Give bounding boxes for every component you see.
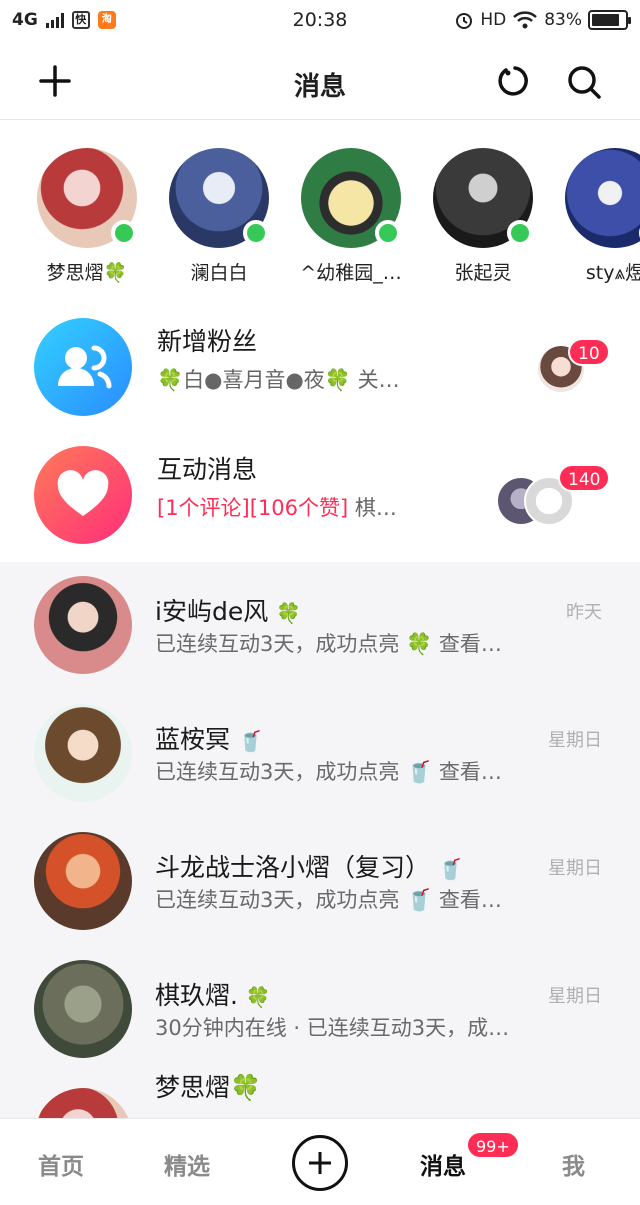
fans-title: 新增粉丝 — [157, 327, 258, 356]
chat-badge-emoji: 🍀 — [276, 601, 302, 625]
chat-time: 星期日 — [548, 730, 602, 751]
chat-name: 棋玖熠. 🍀 — [155, 981, 271, 1010]
interaction-messages-row[interactable]: 互动消息 [1个评论][106个赞] 棋… 140 — [0, 432, 640, 560]
avatar — [34, 576, 132, 674]
chat-item[interactable]: i安屿de风 🍀 已连续互动3天，成功点亮 🍀 查看… 昨天 — [0, 562, 640, 690]
bottom-tab-bar: 首页 精选 消息 99+ 我 — [0, 1118, 640, 1205]
avatar — [565, 148, 640, 248]
chat-item[interactable]: 蓝桉冥 🥤 已连续互动3天，成功点亮 🥤 查看… 星期日 — [0, 690, 640, 818]
interact-count-badge: 140 — [558, 464, 611, 492]
status-right: HD 83% — [454, 10, 631, 30]
chat-time: 星期日 — [548, 858, 602, 879]
avatar — [34, 960, 132, 1058]
online-dot — [111, 220, 137, 246]
online-dot — [507, 220, 533, 246]
chat-item[interactable]: 棋玖熠. 🍀 30分钟内在线 · 已连续互动3天，成… 星期日 — [0, 946, 640, 1074]
story-name: ^幼稚园_… — [300, 262, 402, 284]
fans-count-badge: 10 — [568, 338, 610, 366]
chat-badge-emoji: 🥤 — [237, 729, 263, 753]
chat-name: 梦思熠🍀 — [155, 1073, 262, 1102]
battery-percent: 83% — [544, 10, 582, 30]
create-post-button[interactable] — [292, 1135, 348, 1191]
battery-icon — [588, 10, 631, 30]
alarm-icon — [456, 13, 473, 29]
tab-featured[interactable]: 精选 — [164, 1147, 210, 1181]
chat-message: 已连续互动3天，成功点亮 🍀 查看… — [155, 632, 502, 656]
fans-subtitle: 🍀白●喜月音●夜🍀 关… — [157, 368, 400, 392]
status-bar: 4G 快 淘 20:38 HD 83% — [0, 0, 640, 42]
avatar — [34, 1088, 132, 1118]
tab-me[interactable]: 我 — [562, 1147, 585, 1181]
new-fans-row[interactable]: 新增粉丝 🍀白●喜月音●夜🍀 关… 10 — [0, 304, 640, 432]
online-friends-row: 梦思熠🍀 澜白白 ^幼稚园_… 张起灵 sty⩓煜 — [0, 120, 640, 300]
chat-badge-emoji: 🥤 — [437, 857, 463, 881]
chat-list: i安屿de风 🍀 已连续互动3天，成功点亮 🍀 查看… 昨天 蓝桉冥 🥤 已连续… — [0, 562, 640, 1118]
avatar — [169, 148, 269, 248]
story-name: sty⩓煜 — [585, 262, 640, 284]
top-header: 消息 — [0, 42, 640, 120]
avatar — [37, 148, 137, 248]
avatar — [34, 832, 132, 930]
chat-message: 30分钟内在线 · 已连续互动3天，成… — [155, 1016, 510, 1040]
chat-message: 已连续互动3天，成功点亮 🥤 查看… — [155, 888, 502, 912]
interact-title: 互动消息 — [157, 455, 258, 484]
messages-badge: 99+ — [466, 1131, 520, 1159]
page-title: 消息 — [293, 72, 346, 102]
chat-time: 星期日 — [548, 986, 602, 1007]
interact-rest: 棋… — [348, 496, 397, 520]
story-item[interactable]: 澜白白 — [159, 148, 279, 298]
wifi-icon — [513, 11, 538, 29]
chat-item[interactable]: 斗龙战士洛小熠（复习） 🥤 已连续互动3天，成功点亮 🥤 查看… 星期日 — [0, 818, 640, 946]
hd-label: HD — [480, 10, 507, 30]
story-item[interactable]: 梦思熠🍀 — [27, 148, 147, 298]
avatar — [433, 148, 533, 248]
chat-time: 昨天 — [566, 602, 602, 623]
chat-name: 斗龙战士洛小熠（复习） 🥤 — [155, 853, 463, 882]
story-name: 澜白白 — [190, 262, 248, 284]
story-name: 梦思熠🍀 — [46, 262, 128, 284]
tab-home[interactable]: 首页 — [38, 1147, 84, 1181]
chat-badge-emoji: 🍀 — [245, 985, 271, 1009]
interact-subtitle: [1个评论][106个赞] 棋… — [157, 492, 397, 522]
interact-icon-circle — [34, 446, 132, 544]
user-group-icon — [58, 345, 112, 389]
chat-item[interactable]: 梦思熠🍀 — [0, 1073, 640, 1118]
fans-icon-circle — [34, 318, 132, 416]
online-dot — [375, 220, 401, 246]
interact-highlight: [1个评论][106个赞] — [157, 496, 349, 520]
chat-name: i安屿de风 🍀 — [155, 597, 302, 626]
search-icon[interactable] — [566, 64, 602, 100]
online-dot — [243, 220, 269, 246]
story-item[interactable]: ^幼稚园_… — [291, 148, 411, 298]
story-name: 张起灵 — [454, 262, 512, 284]
avatar — [301, 148, 401, 248]
story-item[interactable]: 张起灵 — [423, 148, 543, 298]
chat-message: 已连续互动3天，成功点亮 🥤 查看… — [155, 760, 502, 784]
refresh-icon[interactable] — [496, 64, 530, 98]
avatar — [34, 704, 132, 802]
chat-name: 蓝桉冥 🥤 — [155, 725, 263, 754]
story-item[interactable]: sty⩓煜 — [555, 148, 640, 298]
heart-icon — [57, 470, 109, 516]
tab-messages[interactable]: 消息 — [420, 1147, 466, 1181]
